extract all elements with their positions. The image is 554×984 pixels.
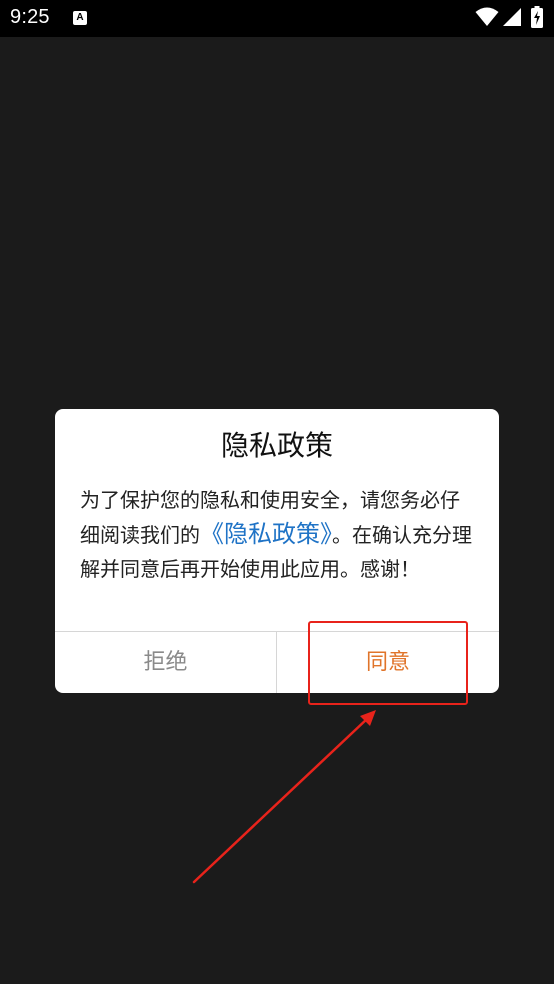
battery-charging-icon: [531, 6, 543, 28]
arrow-icon: [192, 710, 376, 884]
refuse-button[interactable]: 拒绝: [55, 632, 276, 693]
agree-button[interactable]: 同意: [277, 632, 499, 693]
status-time: 9:25: [10, 6, 50, 28]
dialog-title: 隐私政策: [220, 429, 333, 462]
dialog-message: 为了保护您的隐私和使用安全，请您务必仔细阅读我们的《隐私政策》。在确认充分理解并…: [80, 483, 478, 586]
notification-icon: A: [73, 11, 87, 25]
signal-icon: [503, 8, 521, 26]
privacy-policy-link[interactable]: 《隐私政策》: [200, 520, 332, 548]
status-bar: 9:25 A: [0, 0, 554, 37]
privacy-policy-dialog: 隐私政策 为了保护您的隐私和使用安全，请您务必仔细阅读我们的《隐私政策》。在确认…: [55, 409, 499, 693]
wifi-icon: [475, 7, 499, 26]
